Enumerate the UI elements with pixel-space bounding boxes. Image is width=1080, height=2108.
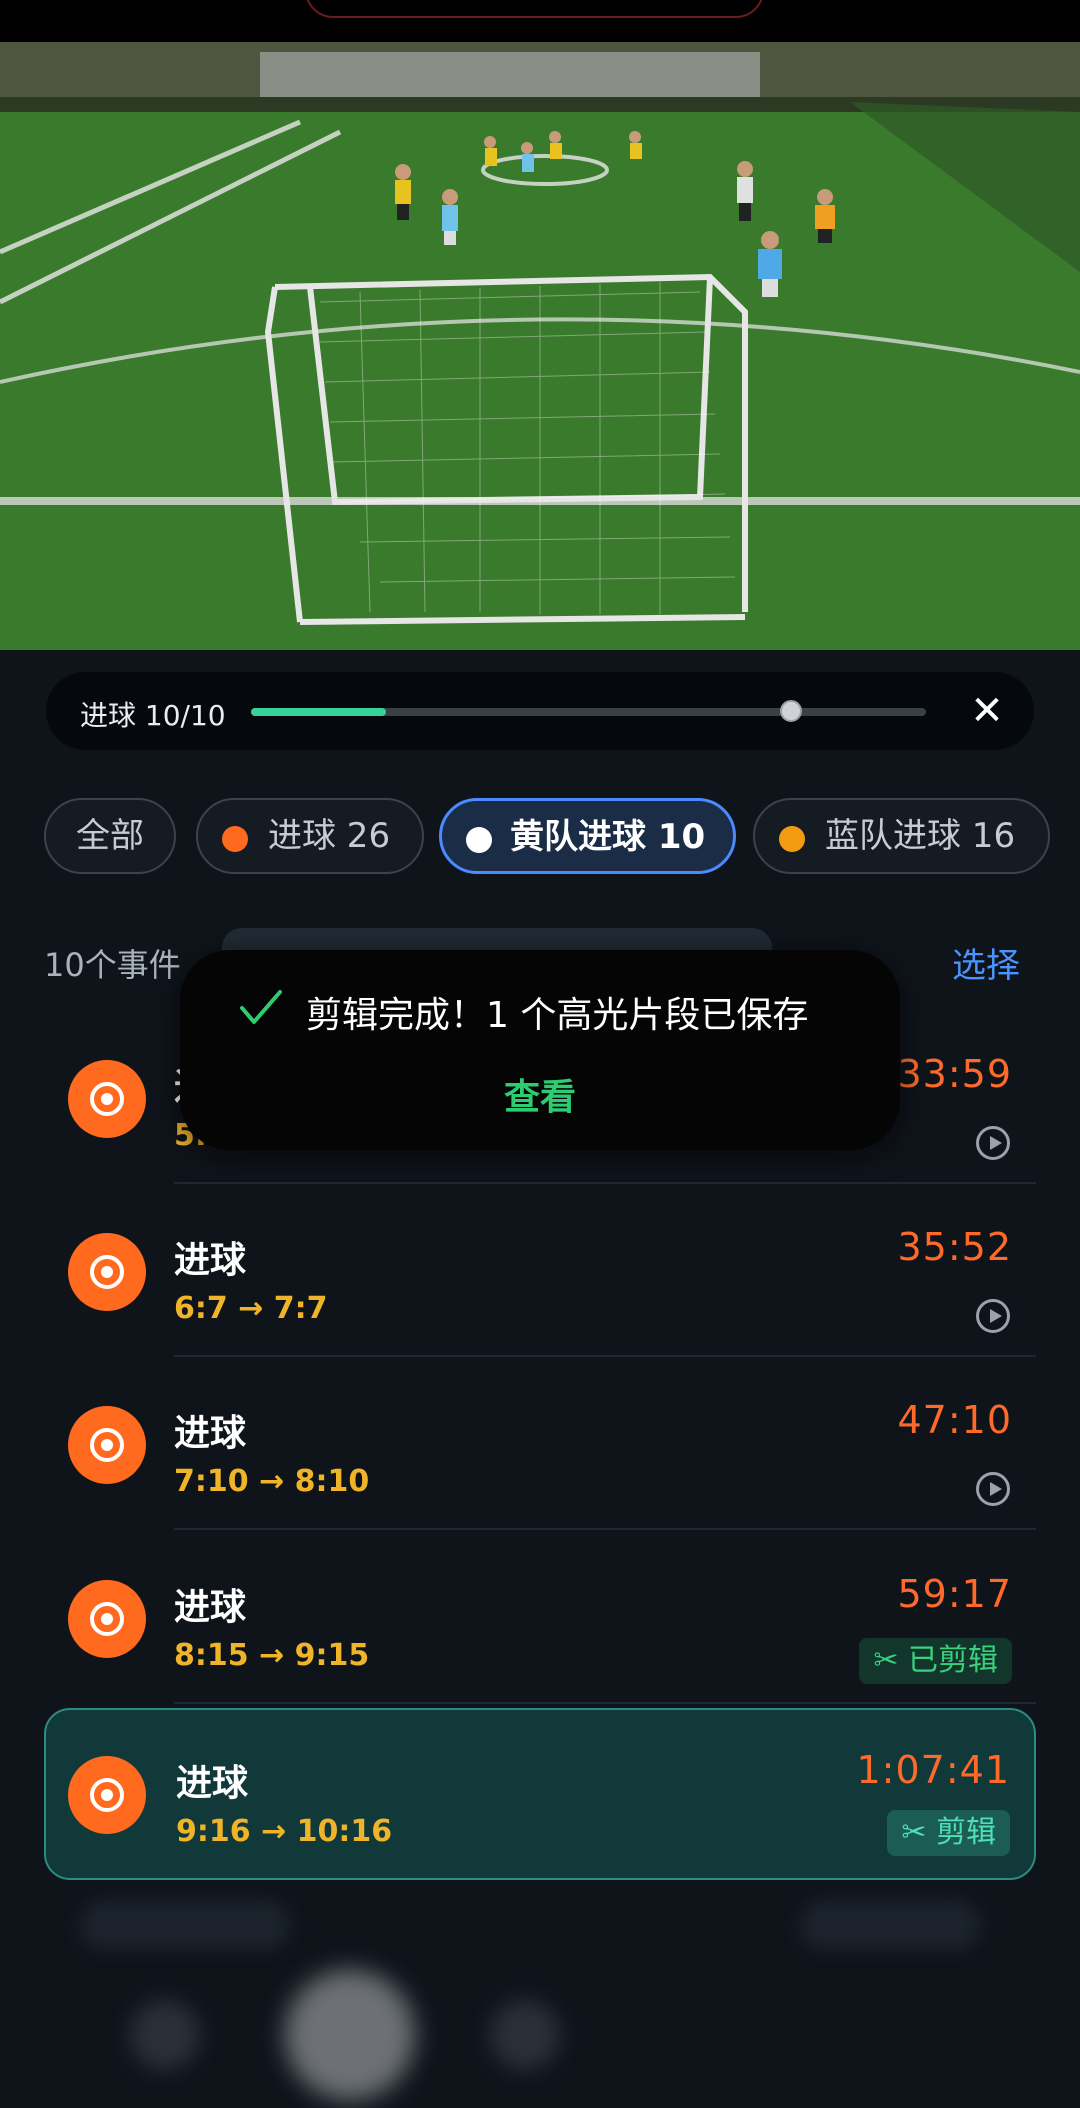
play-icon[interactable] <box>976 1472 1010 1506</box>
white-dot-icon <box>466 827 492 853</box>
event-score: 6:7 → 7:7 <box>174 1291 328 1326</box>
event-score: 9:16 → 10:16 <box>176 1814 393 1849</box>
progress-fill <box>251 708 386 716</box>
chip-yellow-team-goals[interactable]: 黄队进球 10 <box>439 798 736 874</box>
goal-target-icon <box>68 1233 146 1311</box>
checkmark-icon <box>240 990 282 1024</box>
video-frame-illustration <box>0 42 1080 650</box>
clipped-badge: ✂ 已剪辑 <box>859 1638 1012 1684</box>
chip-all-label: 全部 <box>76 816 144 856</box>
blurred-record-button <box>285 1970 415 2100</box>
event-time: 33:59 <box>897 1052 1012 1096</box>
playhead-knob[interactable] <box>780 700 802 722</box>
progress-label: 进球 10/10 <box>80 699 226 732</box>
scissors-icon: ✂ <box>901 1815 927 1850</box>
camera-notch <box>305 0 764 18</box>
row-divider <box>174 1702 1036 1704</box>
scissors-icon: ✂ <box>873 1643 899 1678</box>
chip-blue-team-goals-label: 蓝队进球 16 <box>825 816 1016 856</box>
event-score: 7:10 → 8:10 <box>174 1464 370 1499</box>
event-time: 1:07:41 <box>856 1748 1010 1792</box>
event-count: 10个事件 <box>44 946 181 984</box>
toast-notification: 剪辑完成！1 个高光片段已保存 查看 <box>180 950 900 1150</box>
status-bar <box>0 0 1080 42</box>
goal-target-icon <box>68 1756 146 1834</box>
event-title: 进球 <box>174 1587 247 1628</box>
playback-progress-bar: 进球 10/10 ✕ <box>46 672 1034 750</box>
chip-goals[interactable]: 进球 26 <box>196 798 424 874</box>
event-time: 35:52 <box>897 1225 1012 1269</box>
row-divider <box>174 1355 1036 1357</box>
event-row-selected[interactable]: 进球 9:16 → 10:16 1:07:41 ✂ 剪辑 <box>44 1708 1036 1880</box>
blurred-control <box>130 2000 200 2070</box>
row-divider <box>174 1528 1036 1530</box>
goal-target-icon <box>68 1406 146 1484</box>
close-icon[interactable]: ✕ <box>962 686 1012 736</box>
video-player[interactable] <box>0 42 1080 650</box>
orange-dot-icon <box>779 826 805 852</box>
blurred-control <box>800 1900 980 1950</box>
event-row[interactable]: 进球 6:7 → 7:7 35:52 <box>44 1185 1036 1357</box>
chip-all[interactable]: 全部 <box>44 798 176 874</box>
event-score: 8:15 → 9:15 <box>174 1638 370 1673</box>
play-icon[interactable] <box>976 1299 1010 1333</box>
orange-dot-icon <box>222 826 248 852</box>
event-title: 进球 <box>176 1763 249 1804</box>
event-title: 进球 <box>174 1240 247 1281</box>
chip-yellow-team-goals-label: 黄队进球 10 <box>510 817 706 857</box>
clipped-badge-label: 已剪辑 <box>908 1643 998 1678</box>
clip-button[interactable]: ✂ 剪辑 <box>887 1810 1010 1856</box>
event-row[interactable]: 进球 8:15 → 9:15 59:17 ✂ 已剪辑 <box>44 1532 1036 1704</box>
progress-track[interactable] <box>251 700 926 722</box>
clip-button-label: 剪辑 <box>936 1815 996 1850</box>
goal-target-icon <box>68 1580 146 1658</box>
chip-goals-label: 进球 26 <box>268 816 391 856</box>
goal-target-icon <box>68 1060 146 1138</box>
play-icon[interactable] <box>976 1126 1010 1160</box>
event-row[interactable]: 进球 7:10 → 8:10 47:10 <box>44 1358 1036 1530</box>
view-button[interactable]: 查看 <box>180 1068 900 1120</box>
event-title: 进球 <box>174 1413 247 1454</box>
toast-message: 剪辑完成！1 个高光片段已保存 <box>306 995 809 1036</box>
blurred-control <box>80 1900 290 1950</box>
event-time: 47:10 <box>897 1398 1012 1442</box>
event-time: 59:17 <box>897 1572 1012 1616</box>
select-button[interactable]: 选择 <box>952 938 1020 987</box>
row-divider <box>174 1182 1036 1184</box>
blurred-control <box>490 2000 560 2070</box>
chip-blue-team-goals[interactable]: 蓝队进球 16 <box>753 798 1050 874</box>
